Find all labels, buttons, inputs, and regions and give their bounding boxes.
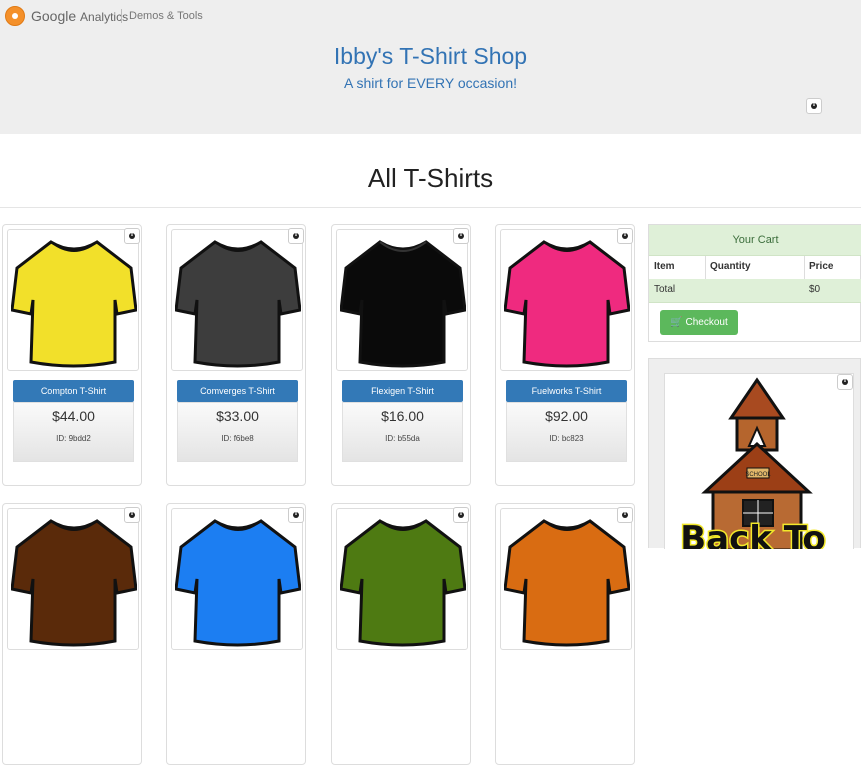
product-info-icon[interactable] bbox=[288, 507, 304, 523]
cart-col-quantity: Quantity bbox=[710, 261, 751, 272]
product-info-icon[interactable] bbox=[124, 507, 140, 523]
product-image[interactable] bbox=[500, 229, 632, 371]
product-info-icon[interactable] bbox=[617, 507, 633, 523]
product-id: ID: bc823 bbox=[549, 434, 584, 443]
checkout-button[interactable]: 🛒 Checkout bbox=[660, 310, 738, 335]
product-price-box: $92.00 ID: bc823 bbox=[506, 402, 627, 462]
product-card: Fuelworks T-Shirt $92.00 ID: bc823 bbox=[495, 224, 635, 486]
product-info-icon[interactable] bbox=[288, 228, 304, 244]
google-analytics-brand[interactable]: Google Analytics bbox=[31, 8, 128, 24]
product-card bbox=[2, 503, 142, 765]
cart-total-value: $0 bbox=[809, 284, 821, 295]
product-price: $16.00 bbox=[381, 408, 424, 424]
tshirt-icon bbox=[340, 519, 466, 647]
back-to-school-image[interactable]: SCHOOL Back To bbox=[664, 373, 854, 549]
tshirt-icon bbox=[504, 240, 630, 368]
product-image[interactable] bbox=[171, 508, 303, 650]
school-sign-text: SCHOOL bbox=[745, 472, 771, 478]
product-info-icon[interactable] bbox=[453, 507, 469, 523]
cart-title: Your Cart bbox=[649, 225, 861, 256]
product-info-icon[interactable] bbox=[617, 228, 633, 244]
shop-hero: Ibby's T-Shirt Shop A shirt for EVERY oc… bbox=[0, 34, 861, 134]
product-card bbox=[331, 503, 471, 765]
product-price: $33.00 bbox=[216, 408, 259, 424]
promo-text: Back To bbox=[680, 519, 826, 549]
product-info-icon[interactable] bbox=[124, 228, 140, 244]
promo-info-icon[interactable] bbox=[837, 374, 853, 390]
tshirt-icon bbox=[11, 240, 137, 368]
product-card bbox=[495, 503, 635, 765]
product-price-box: $33.00 ID: f6be8 bbox=[177, 402, 298, 462]
product-info-icon[interactable] bbox=[453, 228, 469, 244]
tshirt-icon bbox=[340, 240, 466, 368]
cart-header-row: Item Quantity Price bbox=[649, 256, 861, 280]
tshirt-icon bbox=[175, 519, 301, 647]
google-analytics-logo-icon[interactable] bbox=[5, 6, 25, 26]
product-card: Comverges T-Shirt $33.00 ID: f6be8 bbox=[166, 224, 306, 486]
product-image[interactable] bbox=[336, 229, 468, 371]
product-name-button[interactable]: Flexigen T-Shirt bbox=[342, 380, 463, 402]
cart-total-label: Total bbox=[654, 284, 676, 295]
product-card: Compton T-Shirt $44.00 ID: 9bdd2 bbox=[2, 224, 142, 486]
section-title: All T-Shirts bbox=[367, 163, 494, 193]
shop-subtitle: A shirt for EVERY occasion! bbox=[343, 75, 517, 91]
ga-topbar: Google Analytics Demos & Tools bbox=[0, 0, 861, 34]
brand-google-text: Google bbox=[31, 8, 77, 24]
product-id: ID: 9bdd2 bbox=[56, 434, 91, 443]
product-name-button[interactable]: Comverges T-Shirt bbox=[177, 380, 298, 402]
product-price-box: $16.00 ID: b55da bbox=[342, 402, 463, 462]
product-name-button[interactable]: Compton T-Shirt bbox=[13, 380, 134, 402]
product-card bbox=[166, 503, 306, 765]
product-price: $44.00 bbox=[52, 408, 95, 424]
topbar-divider bbox=[121, 9, 122, 23]
product-image[interactable] bbox=[171, 229, 303, 371]
tshirt-icon bbox=[11, 519, 137, 647]
checkout-label: Checkout bbox=[685, 317, 728, 328]
hero-info-icon[interactable] bbox=[806, 98, 822, 114]
product-image[interactable] bbox=[7, 229, 139, 371]
product-price: $92.00 bbox=[545, 408, 588, 424]
cart-col-item: Item bbox=[654, 261, 675, 272]
schoolhouse-icon: SCHOOL Back To bbox=[679, 377, 827, 549]
product-name-button[interactable]: Fuelworks T-Shirt bbox=[506, 380, 627, 402]
product-image[interactable] bbox=[500, 508, 632, 650]
promo-panel: SCHOOL Back To bbox=[648, 358, 861, 549]
product-card: Flexigen T-Shirt $16.00 ID: b55da bbox=[331, 224, 471, 486]
cart-icon: 🛒 bbox=[670, 317, 683, 328]
product-image[interactable] bbox=[336, 508, 468, 650]
demos-tools-link[interactable]: Demos & Tools bbox=[129, 10, 203, 22]
section-divider bbox=[0, 207, 861, 208]
cart-panel: Your Cart Item Quantity Price Total $0 🛒… bbox=[648, 224, 861, 342]
cart-col-price: Price bbox=[809, 261, 834, 272]
shop-title: Ibby's T-Shirt Shop bbox=[333, 43, 528, 69]
product-price-box: $44.00 ID: 9bdd2 bbox=[13, 402, 134, 462]
product-id: ID: b55da bbox=[385, 434, 420, 443]
tshirt-icon bbox=[504, 519, 630, 647]
cart-divider bbox=[705, 256, 706, 279]
product-image[interactable] bbox=[7, 508, 139, 650]
cart-total-row: Total $0 bbox=[649, 279, 861, 303]
product-id: ID: f6be8 bbox=[221, 434, 254, 443]
tshirt-icon bbox=[175, 240, 301, 368]
